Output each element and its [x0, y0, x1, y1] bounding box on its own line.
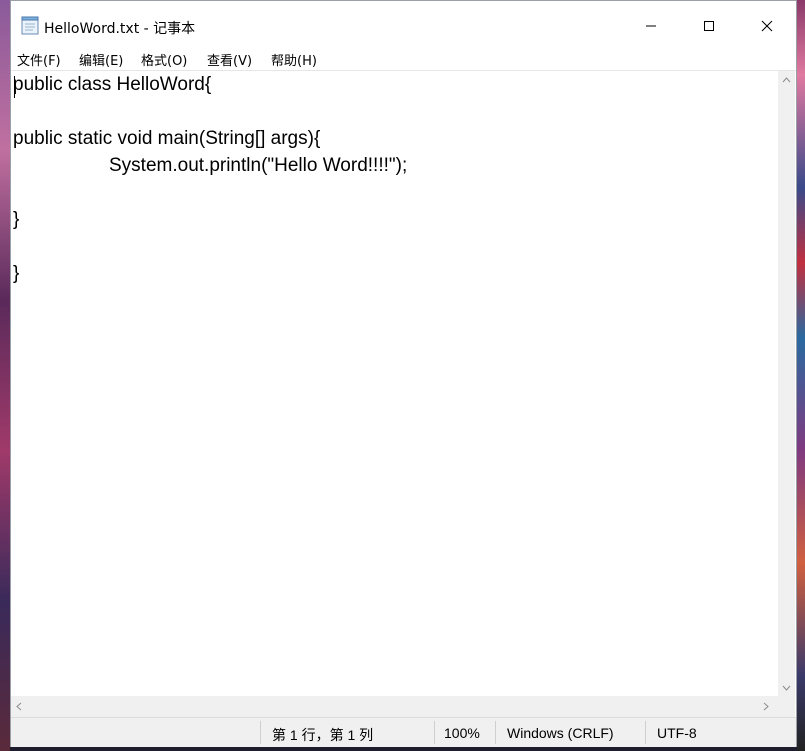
menu-file[interactable]: 文件(F)	[17, 50, 61, 69]
desktop-background-left	[0, 0, 10, 751]
scrollbar-corner	[778, 696, 795, 717]
horizontal-scrollbar[interactable]	[11, 696, 778, 717]
scroll-up-icon[interactable]	[782, 75, 791, 86]
scroll-right-icon[interactable]	[763, 702, 769, 714]
notepad-icon	[21, 16, 39, 35]
minimize-button[interactable]	[628, 9, 674, 43]
scroll-down-icon[interactable]	[782, 683, 791, 694]
scroll-left-icon[interactable]	[16, 702, 22, 714]
close-icon	[761, 17, 773, 36]
menu-bar: 文件(F) 编辑(E) 格式(O) 查看(V) 帮助(H)	[11, 45, 796, 71]
line-ending: Windows (CRLF)	[507, 725, 614, 741]
status-bar: 第 1 行，第 1 列 100% Windows (CRLF) UTF-8	[11, 717, 796, 747]
minimize-icon	[645, 17, 657, 36]
text-editor[interactable]: public class HelloWord{ public static vo…	[12, 71, 777, 696]
editor-line: public class HelloWord{	[13, 74, 212, 95]
editor-line: }	[13, 209, 20, 230]
menu-edit[interactable]: 编辑(E)	[79, 50, 123, 69]
status-divider	[495, 721, 496, 744]
maximize-icon	[703, 17, 715, 36]
menu-help[interactable]: 帮助(H)	[271, 50, 317, 69]
close-button[interactable]	[744, 9, 790, 43]
menu-format[interactable]: 格式(O)	[141, 50, 187, 69]
maximize-button[interactable]	[686, 9, 732, 43]
zoom-level: 100%	[444, 725, 480, 741]
status-divider	[260, 721, 261, 744]
status-divider	[434, 721, 435, 744]
encoding: UTF-8	[657, 725, 697, 741]
editor-line: System.out.println("Hello Word!!!!");	[109, 155, 408, 176]
title-bar[interactable]: HelloWord.txt - 记事本	[11, 1, 796, 45]
menu-view[interactable]: 查看(V)	[207, 50, 252, 69]
cursor-position: 第 1 行，第 1 列	[272, 727, 374, 743]
window-title: HelloWord.txt - 记事本	[44, 21, 196, 37]
vertical-scrollbar[interactable]	[778, 71, 795, 696]
editor-line: }	[13, 263, 20, 284]
notepad-window: HelloWord.txt - 记事本 文件(F) 编辑(E) 格式(O) 查看…	[10, 0, 797, 747]
editor-line: public static void main(String[] args){	[13, 128, 321, 149]
status-divider	[645, 721, 646, 744]
desktop-background-right	[797, 0, 805, 751]
